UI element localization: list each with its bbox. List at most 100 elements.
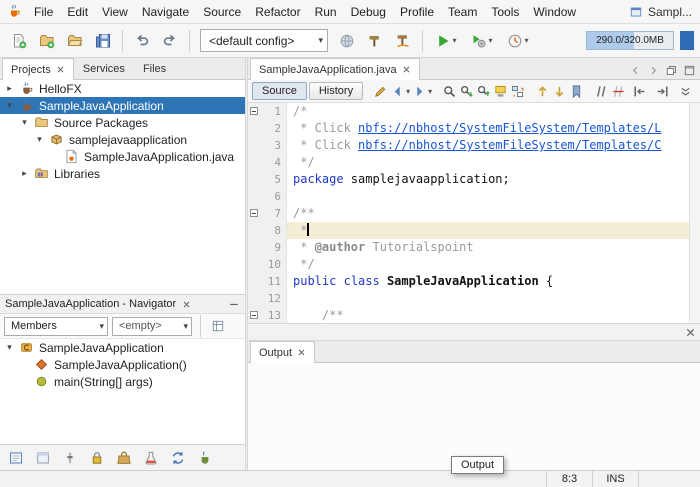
- slider-icon[interactable]: [58, 447, 82, 469]
- menu-item-tools[interactable]: Tools: [484, 3, 526, 21]
- menu-item-team[interactable]: Team: [441, 3, 484, 21]
- dropdown-arrow-icon[interactable]: ▾: [428, 87, 432, 96]
- output-body[interactable]: [248, 363, 700, 470]
- tab-services[interactable]: Services: [74, 58, 134, 79]
- next-bookmark-icon[interactable]: [552, 80, 567, 102]
- show-inherited-icon[interactable]: [211, 319, 225, 333]
- maximize-window-icon[interactable]: [680, 61, 698, 79]
- chevron-left-icon[interactable]: [626, 61, 644, 79]
- fold-collapse-icon[interactable]: [248, 307, 261, 323]
- run-project-icon[interactable]: ▾: [429, 28, 463, 54]
- menu-item-view[interactable]: View: [95, 3, 135, 21]
- code-editor[interactable]: 1 /* 2 * Click nbfs://nbhost/SystemFileSys…: [248, 103, 700, 324]
- code-line[interactable]: 7 /**: [248, 205, 700, 222]
- tree-item[interactable]: ▸ Libraries: [0, 165, 245, 182]
- code-line[interactable]: 3 * Click nbfs://nbhost/SystemFileSystem…: [248, 137, 700, 154]
- deploy-icon[interactable]: [334, 28, 360, 54]
- menu-item-source[interactable]: Source: [196, 3, 248, 21]
- memory-indicator[interactable]: 290.0/320.0MB: [586, 31, 674, 50]
- menu-item-navigate[interactable]: Navigate: [135, 3, 196, 21]
- find-next-icon[interactable]: [459, 80, 474, 102]
- toggle-highlight-icon[interactable]: [493, 80, 508, 102]
- redo-icon[interactable]: [157, 28, 183, 54]
- tree-item[interactable]: ▾ SampleJavaApplication: [0, 339, 245, 356]
- expander-icon[interactable]: ▸: [19, 168, 30, 179]
- profile-project-icon[interactable]: ▾: [501, 28, 535, 54]
- new-project-icon[interactable]: [34, 28, 60, 54]
- expander-icon[interactable]: ▸: [4, 83, 15, 94]
- find-selection-icon[interactable]: [442, 80, 457, 102]
- error-stripe[interactable]: [689, 103, 700, 323]
- debug-project-icon[interactable]: ▾: [465, 28, 499, 54]
- navigator-filter-combobox[interactable]: Members ▾: [4, 316, 108, 336]
- code-line[interactable]: 2 * Click nbfs://nbhost/SystemFileSystem…: [248, 120, 700, 137]
- tree-item[interactable]: SampleJavaApplication.java: [0, 148, 245, 165]
- close-icon[interactable]: [297, 348, 306, 357]
- menu-item-profile[interactable]: Profile: [393, 3, 441, 21]
- restore-window-icon[interactable]: [662, 61, 680, 79]
- menu-item-refactor[interactable]: Refactor: [248, 3, 307, 21]
- config-combobox[interactable]: <default config> ▾: [200, 29, 328, 52]
- clean-build-icon[interactable]: [390, 28, 416, 54]
- expander-icon[interactable]: ▾: [19, 117, 30, 128]
- collapse-expand-icon[interactable]: [674, 80, 696, 102]
- dropdown-arrow-icon[interactable]: ▾: [524, 36, 528, 45]
- beaker-icon[interactable]: [139, 447, 163, 469]
- tree-item[interactable]: main(String[] args): [0, 373, 245, 390]
- new-file-icon[interactable]: [6, 28, 32, 54]
- close-icon[interactable]: [182, 300, 191, 309]
- output-window-icon[interactable]: [4, 447, 28, 469]
- code-line[interactable]: 13 /**: [248, 307, 700, 323]
- previous-bookmark-icon[interactable]: [535, 80, 550, 102]
- last-edited-icon[interactable]: [373, 80, 388, 102]
- fold-collapse-icon[interactable]: [248, 205, 261, 222]
- view-button-source[interactable]: Source: [252, 82, 307, 100]
- code-line[interactable]: 12: [248, 290, 700, 307]
- code-line[interactable]: 9 * @author Tutorialspoint: [248, 239, 700, 256]
- tab-output[interactable]: Output: [250, 341, 316, 363]
- minimize-window-icon[interactable]: [228, 298, 240, 310]
- comment-icon[interactable]: [594, 80, 609, 102]
- fold-collapse-icon[interactable]: [248, 103, 261, 120]
- save-all-icon[interactable]: [90, 28, 116, 54]
- expander-icon[interactable]: ▾: [4, 342, 15, 353]
- code-line[interactable]: 10 */: [248, 256, 700, 273]
- tree-item[interactable]: ▾ samplejavaapplication: [0, 131, 245, 148]
- tree-item[interactable]: SampleJavaApplication(): [0, 356, 245, 373]
- chevron-right-icon[interactable]: [644, 61, 662, 79]
- tab-projects[interactable]: Projects: [2, 58, 74, 80]
- form-editor-icon[interactable]: [31, 447, 55, 469]
- code-line[interactable]: 1 /*: [248, 103, 700, 120]
- expander-icon[interactable]: ▾: [34, 134, 45, 145]
- menu-item-file[interactable]: File: [27, 3, 60, 21]
- menu-item-debug[interactable]: Debug: [344, 3, 393, 21]
- code-line[interactable]: 6: [248, 188, 700, 205]
- navigator-inspect-combobox[interactable]: <empty> ▾: [112, 316, 192, 336]
- tree-item[interactable]: ▸ HelloFX: [0, 80, 245, 97]
- lock-icon[interactable]: [85, 447, 109, 469]
- code-line[interactable]: 5 package samplejavaapplication;: [248, 171, 700, 188]
- bag-icon[interactable]: [112, 447, 136, 469]
- menu-item-edit[interactable]: Edit: [60, 3, 95, 21]
- toggle-bookmark-icon[interactable]: [569, 80, 584, 102]
- dropdown-arrow-icon[interactable]: ▾: [452, 36, 456, 45]
- tab-files[interactable]: Files: [134, 58, 175, 79]
- tree-item[interactable]: ▾ Source Packages: [0, 114, 245, 131]
- menu-item-run[interactable]: Run: [308, 3, 344, 21]
- shift-right-icon[interactable]: [651, 80, 673, 102]
- uncomment-icon[interactable]: [611, 80, 626, 102]
- open-project-icon[interactable]: [62, 28, 88, 54]
- back-icon[interactable]: ▾: [390, 80, 410, 102]
- find-previous-icon[interactable]: [476, 80, 491, 102]
- undo-icon[interactable]: [129, 28, 155, 54]
- dropdown-arrow-icon[interactable]: ▾: [488, 36, 492, 45]
- expander-icon[interactable]: ▾: [4, 100, 15, 111]
- menu-item-window[interactable]: Window: [526, 3, 583, 21]
- java-shortcut-icon[interactable]: [193, 447, 217, 469]
- replace-icon[interactable]: [510, 80, 525, 102]
- code-line[interactable]: 11 public class SampleJavaApplication {: [248, 273, 700, 290]
- build-project-icon[interactable]: [362, 28, 388, 54]
- gc-button[interactable]: [680, 31, 694, 50]
- close-icon[interactable]: [56, 65, 65, 74]
- tab-samplejavaapplication-java[interactable]: SampleJavaApplication.java: [250, 58, 420, 80]
